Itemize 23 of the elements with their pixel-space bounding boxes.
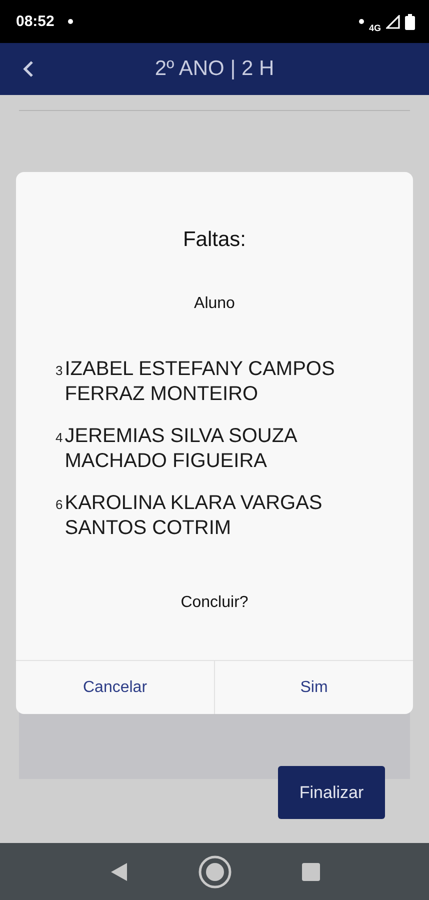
recents-nav-icon[interactable] xyxy=(302,862,320,880)
student-name: IZABEL ESTEFANY CAMPOS FERRAZ MONTEIRO xyxy=(64,357,336,407)
signal-icon xyxy=(386,14,400,28)
dot-icon xyxy=(358,19,364,24)
dialog-subtitle: Aluno xyxy=(193,295,236,313)
home-nav-icon[interactable] xyxy=(198,854,232,888)
cancel-button[interactable]: Cancelar xyxy=(16,661,214,714)
student-number: 4 xyxy=(56,430,63,445)
student-name: KAROLINA KLARA VARGAS SANTOS COTRIM xyxy=(64,491,324,541)
page-title: 2º ANO | 2 H xyxy=(154,57,276,81)
dialog-title: Faltas: xyxy=(182,228,248,252)
status-time: 08:52 xyxy=(16,13,54,30)
back-nav-icon[interactable] xyxy=(110,862,128,882)
student-name: JEREMIAS SILVA SOUZA MACHADO FIGUEIRA xyxy=(64,424,298,474)
notification-dot-icon xyxy=(68,19,74,24)
battery-icon xyxy=(405,14,415,30)
finish-button[interactable]: Finalizar xyxy=(278,766,385,819)
student-number: 3 xyxy=(56,363,63,378)
chevron-left-icon xyxy=(22,60,34,78)
confirm-question: Concluir? xyxy=(180,594,250,612)
confirm-button[interactable]: Sim xyxy=(214,661,413,714)
network-type: 4G xyxy=(368,23,381,33)
student-number: 6 xyxy=(56,497,63,512)
